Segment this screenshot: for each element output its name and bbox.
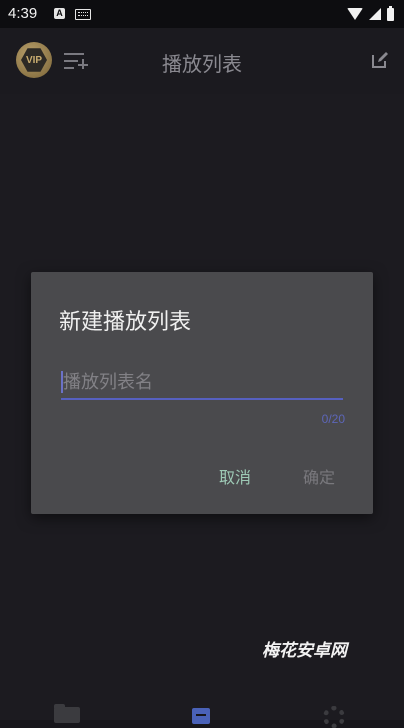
playlist-name-field	[61, 368, 345, 400]
signal-icon	[369, 8, 381, 20]
folder-icon[interactable]	[54, 704, 80, 723]
ok-button[interactable]: 确定	[303, 464, 335, 488]
page-title: 播放列表	[162, 52, 242, 76]
watermark-text: 梅花安卓网	[262, 641, 347, 661]
battery-icon	[387, 5, 394, 21]
bottom-nav	[0, 704, 404, 728]
dialog-title: 新建播放列表	[59, 310, 192, 335]
new-playlist-dialog: 新建播放列表 0/20 取消 确定	[31, 272, 373, 514]
file-icon[interactable]	[192, 708, 210, 724]
status-time: 4:39	[8, 5, 38, 22]
settings-gear-icon[interactable]	[323, 706, 345, 728]
edit-icon[interactable]	[370, 50, 390, 70]
cancel-button[interactable]: 取消	[219, 464, 251, 488]
character-counter: 0/20	[321, 412, 345, 426]
system-icons	[347, 5, 394, 22]
text-cursor	[61, 371, 63, 393]
input-underline	[61, 398, 343, 400]
wifi-icon	[347, 8, 363, 20]
playlist-name-input[interactable]	[61, 368, 345, 396]
a-notification-icon: A	[54, 8, 65, 19]
keyboard-icon	[75, 9, 91, 20]
status-bar: 4:39 A	[0, 0, 404, 28]
app-bar: VIP 播放列表	[0, 28, 404, 94]
